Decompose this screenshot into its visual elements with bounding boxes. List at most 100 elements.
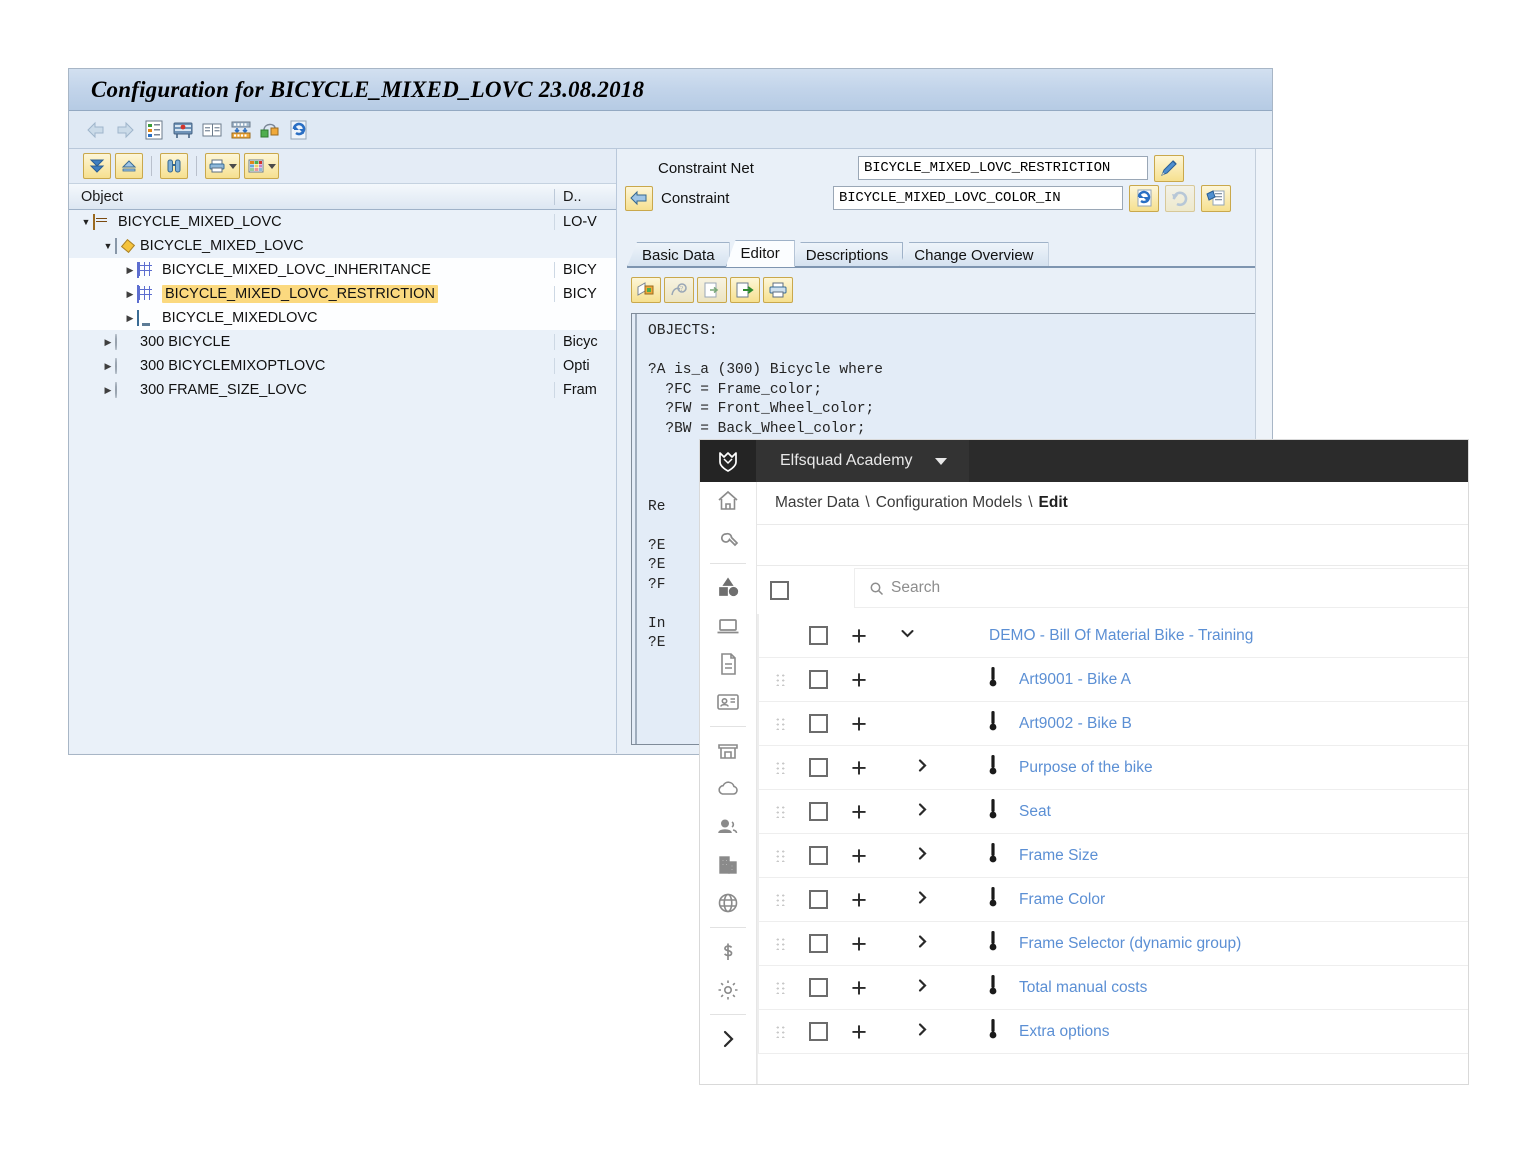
check-syntax-icon[interactable]: ? xyxy=(664,277,694,303)
search-box[interactable] xyxy=(854,568,1468,608)
edit-button[interactable] xyxy=(1154,155,1184,182)
tree-row[interactable]: ▼BICYCLE_MIXED_LOVCLO-V xyxy=(69,210,616,234)
tree-expand-open-icon[interactable]: ▼ xyxy=(101,241,115,251)
tree-row[interactable]: ▶BICYCLE_MIXEDLOVC xyxy=(69,306,616,330)
tree-expand-closed-icon[interactable]: ▶ xyxy=(123,313,137,324)
sidebar-item-companies[interactable] xyxy=(700,846,756,884)
list-item-label[interactable]: Purpose of the bike xyxy=(1019,759,1153,777)
sidebar-item-contacts[interactable] xyxy=(700,683,756,721)
chevron-right-icon[interactable] xyxy=(914,801,931,823)
row-checkbox[interactable] xyxy=(809,978,828,997)
tab-change-overview[interactable]: Change Overview xyxy=(899,242,1048,267)
chevron-right-icon[interactable] xyxy=(914,889,931,911)
row-checkbox[interactable] xyxy=(809,626,828,645)
list-item-label[interactable]: Seat xyxy=(1019,803,1051,821)
chevron-right-icon[interactable] xyxy=(914,1021,931,1043)
print-dropdown-icon[interactable] xyxy=(229,164,237,169)
list-item[interactable]: +Total manual costs xyxy=(758,966,1468,1010)
sidebar-item-laptop[interactable] xyxy=(700,607,756,645)
constraint-value[interactable]: BICYCLE_MIXED_LOVC_COLOR_IN xyxy=(833,186,1123,210)
expander-cell[interactable] xyxy=(877,801,967,823)
tree-expand-open-icon[interactable]: ▼ xyxy=(79,217,93,227)
sidebar-item-documents[interactable] xyxy=(700,645,756,683)
tree-expand-closed-icon[interactable]: ▶ xyxy=(101,361,115,372)
search-input[interactable] xyxy=(889,578,1432,598)
row-checkbox[interactable] xyxy=(809,846,828,865)
sidebar-item-tools[interactable] xyxy=(700,520,756,558)
constraint-net-value[interactable]: BICYCLE_MIXED_LOVC_RESTRICTION xyxy=(858,156,1148,180)
expander-cell[interactable] xyxy=(877,889,967,911)
row-checkbox[interactable] xyxy=(809,1022,828,1041)
tab-editor[interactable]: Editor xyxy=(726,240,795,267)
tree-expand-closed-icon[interactable]: ▶ xyxy=(101,337,115,348)
chevron-right-icon[interactable] xyxy=(914,933,931,955)
list-item-label[interactable]: Art9002 - Bike B xyxy=(1019,715,1132,733)
list-item[interactable]: +DEMO - Bill Of Material Bike - Training xyxy=(758,614,1468,658)
tree-row[interactable]: ▶300 BICYCLEBicyc xyxy=(69,330,616,354)
layout-icon[interactable] xyxy=(244,153,279,179)
drag-handle[interactable] xyxy=(758,937,796,950)
chevron-right-icon[interactable] xyxy=(914,757,931,779)
tree-row[interactable]: ▼BICYCLE_MIXED_LOVC xyxy=(69,234,616,258)
chevron-right-icon[interactable] xyxy=(914,977,931,999)
row-checkbox[interactable] xyxy=(809,714,828,733)
tab-descriptions[interactable]: Descriptions xyxy=(791,242,904,267)
sidebar-item-settings[interactable] xyxy=(700,971,756,1009)
forward-arrow-icon[interactable] xyxy=(114,119,136,141)
row-checkbox[interactable] xyxy=(809,890,828,909)
expander-cell[interactable] xyxy=(877,933,967,955)
export-icon[interactable] xyxy=(730,277,760,303)
tree-row[interactable]: ▶300 FRAME_SIZE_LOVCFram xyxy=(69,378,616,402)
list-item[interactable]: +Seat xyxy=(758,790,1468,834)
row-checkbox[interactable] xyxy=(809,758,828,777)
list-item-label[interactable]: Total manual costs xyxy=(1019,979,1147,997)
drag-handle[interactable] xyxy=(758,893,796,906)
row-checkbox[interactable] xyxy=(809,802,828,821)
expand-all-icon[interactable] xyxy=(83,153,111,179)
sidebar-item-shapes[interactable] xyxy=(700,569,756,607)
drag-handle[interactable] xyxy=(758,1025,796,1038)
row-checkbox[interactable] xyxy=(809,934,828,953)
select-all-checkbox[interactable] xyxy=(770,581,789,600)
list-item-label[interactable]: Frame Size xyxy=(1019,847,1098,865)
list-item-label[interactable]: Art9001 - Bike A xyxy=(1019,671,1131,689)
list-item[interactable]: +Frame Selector (dynamic group) xyxy=(758,922,1468,966)
undo-button[interactable] xyxy=(1165,185,1195,212)
column-header-object[interactable]: Object xyxy=(69,189,554,205)
drag-handle[interactable] xyxy=(758,981,796,994)
chevron-down-icon[interactable] xyxy=(935,458,947,465)
tree-expand-closed-icon[interactable]: ▶ xyxy=(123,289,137,300)
list-item[interactable]: +Art9001 - Bike A xyxy=(758,658,1468,702)
list-item[interactable]: +Frame Size xyxy=(758,834,1468,878)
sidebar-item-globe[interactable] xyxy=(700,884,756,922)
back-arrow-icon[interactable] xyxy=(625,186,653,211)
breadcrumb-item-master-data[interactable]: Master Data xyxy=(775,494,859,512)
row-checkbox[interactable] xyxy=(809,670,828,689)
tree-expand-closed-icon[interactable]: ▶ xyxy=(101,385,115,396)
sidebar-item-cloud[interactable] xyxy=(700,770,756,808)
refresh-button[interactable] xyxy=(1129,185,1159,212)
list-item-label[interactable]: Extra options xyxy=(1019,1023,1109,1041)
tree-row[interactable]: ▶BICYCLE_MIXED_LOVC_INHERITANCEBICY xyxy=(69,258,616,282)
list-item[interactable]: +Purpose of the bike xyxy=(758,746,1468,790)
list-detail-icon[interactable] xyxy=(201,119,223,141)
tab-basic-data[interactable]: Basic Data xyxy=(627,242,730,267)
back-arrow-icon[interactable] xyxy=(85,119,107,141)
print-icon[interactable] xyxy=(763,277,793,303)
drag-handle[interactable] xyxy=(758,805,796,818)
database-icon[interactable] xyxy=(172,119,194,141)
expander-cell[interactable] xyxy=(877,757,967,779)
expander-cell[interactable] xyxy=(877,977,967,999)
tree-row[interactable]: ▶BICYCLE_MIXED_LOVC_RESTRICTIONBICY xyxy=(69,282,616,306)
list-item[interactable]: +Art9002 - Bike B xyxy=(758,702,1468,746)
find-icon[interactable] xyxy=(160,153,188,179)
distribute-icon[interactable] xyxy=(230,119,252,141)
sidebar-item-people[interactable] xyxy=(700,808,756,846)
chevron-right-icon[interactable] xyxy=(914,845,931,867)
checklist-icon[interactable] xyxy=(143,119,165,141)
list-item[interactable]: +Extra options xyxy=(758,1010,1468,1054)
drag-handle[interactable] xyxy=(758,717,796,730)
list-item-label[interactable]: Frame Color xyxy=(1019,891,1105,909)
layout-dropdown-icon[interactable] xyxy=(268,164,276,169)
column-header-d[interactable]: D.. xyxy=(554,189,616,205)
